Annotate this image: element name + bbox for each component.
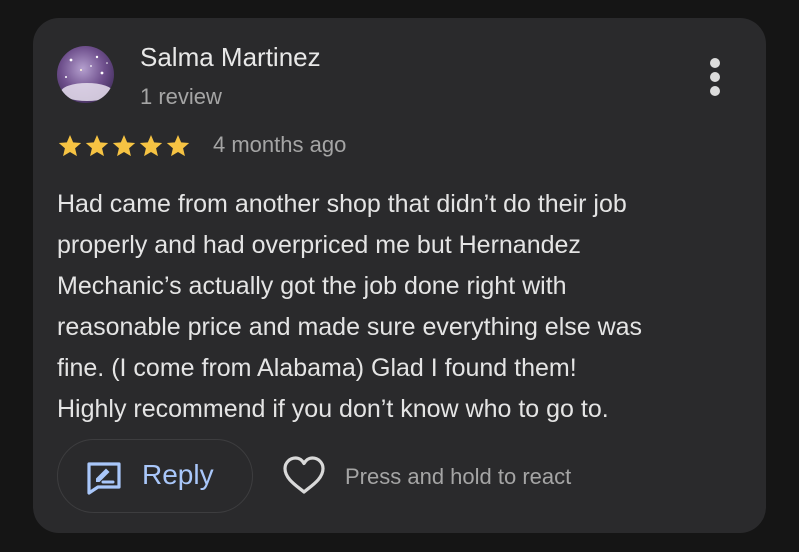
review-text-line: Mechanic’s actually got the job done rig… (57, 272, 567, 300)
star-icon (166, 134, 190, 157)
review-text-line: reasonable price and made sure everythin… (57, 313, 643, 341)
review-count: 1 review (140, 84, 222, 109)
review-card: Salma Martinez 1 review 4 months ago Had… (33, 18, 766, 533)
star-icon (112, 134, 136, 157)
review-text-line: Had came from another shop that didn’t d… (57, 190, 627, 218)
avatar[interactable] (57, 46, 114, 103)
star-icon (85, 134, 109, 157)
review-text-line: properly and had overpriced me but Herna… (57, 231, 581, 259)
more-vert-icon-dot (710, 86, 720, 96)
review-time: 4 months ago (213, 132, 347, 157)
reviewer-name[interactable]: Salma Martinez (140, 42, 321, 73)
star-icon (139, 134, 163, 157)
review-text: Had came from another shop that didn’t d… (57, 184, 747, 430)
edit-reply-icon (87, 462, 121, 495)
more-options-button[interactable] (699, 56, 731, 98)
avatar-image (57, 46, 114, 103)
review-text-line: fine. (I come from Alabama) Glad I found… (57, 354, 577, 382)
more-vert-icon-dot (710, 58, 720, 68)
more-vert-icon-dot (710, 72, 720, 82)
reply-label: Reply (142, 459, 214, 490)
react-hint: Press and hold to react (345, 464, 572, 489)
review-text-line: Highly recommend if you don’t know who t… (57, 395, 609, 423)
reply-button[interactable]: Reply (57, 439, 253, 513)
star-icon (58, 134, 82, 157)
star-rating (57, 133, 191, 159)
heart-icon[interactable] (282, 455, 326, 497)
